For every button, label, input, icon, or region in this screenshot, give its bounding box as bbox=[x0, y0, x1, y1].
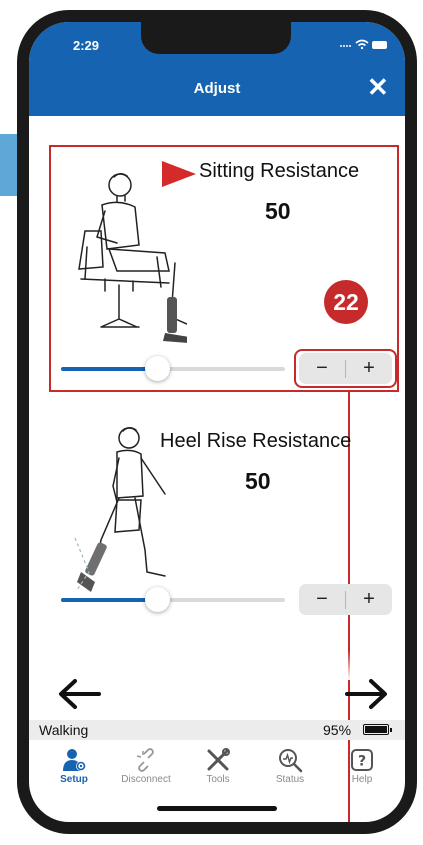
annotation-badge: 22 bbox=[324, 280, 368, 324]
page-title: Adjust bbox=[193, 80, 241, 97]
tab-status[interactable]: Status bbox=[255, 746, 325, 785]
tab-label: Setup bbox=[60, 774, 88, 785]
tab-label: Help bbox=[351, 774, 373, 785]
battery-percent: 95% bbox=[323, 722, 352, 738]
increment-button[interactable]: + bbox=[346, 584, 392, 615]
svg-text:?: ? bbox=[358, 754, 366, 770]
device-notch bbox=[141, 22, 291, 54]
tab-help[interactable]: ? Help bbox=[327, 746, 397, 785]
activity-mode: Walking bbox=[39, 722, 89, 738]
help-icon: ? bbox=[327, 746, 397, 774]
tab-label: Disconnect bbox=[121, 774, 171, 785]
decrement-button[interactable]: − bbox=[299, 353, 345, 384]
setting-value: 50 bbox=[265, 198, 291, 224]
decrement-button[interactable]: − bbox=[299, 584, 345, 615]
home-indicator bbox=[157, 806, 277, 811]
slider-fill bbox=[61, 598, 157, 602]
arrow-left-icon[interactable] bbox=[57, 672, 101, 718]
slider-fill bbox=[61, 367, 157, 371]
current-setting-pointer-icon bbox=[162, 161, 196, 187]
app-screen: 2:29 Adjust ✕ Sitting Resistance 50 22 −… bbox=[29, 22, 405, 822]
link-broken-icon bbox=[111, 746, 181, 774]
setting-title: Heel Rise Resistance bbox=[160, 430, 352, 452]
arrow-right-icon[interactable] bbox=[345, 672, 389, 718]
battery-icon bbox=[363, 724, 392, 735]
setting-title: Sitting Resistance bbox=[199, 160, 360, 182]
tab-label: Tools bbox=[206, 774, 230, 785]
slider-thumb[interactable] bbox=[144, 356, 170, 381]
tools-icon bbox=[183, 746, 253, 774]
slider-thumb[interactable] bbox=[144, 587, 170, 612]
tab-disconnect[interactable]: Disconnect bbox=[111, 746, 181, 785]
tab-tools[interactable]: Tools bbox=[183, 746, 253, 785]
user-gear-icon bbox=[39, 746, 109, 774]
stepper: − + bbox=[299, 353, 392, 384]
sitting-figure-image bbox=[78, 173, 187, 343]
increment-button[interactable]: + bbox=[346, 353, 392, 384]
status-time: 2:29 bbox=[73, 38, 100, 53]
setting-value: 50 bbox=[245, 468, 271, 494]
stepper: − + bbox=[299, 584, 392, 615]
tab-bar: Setup Disconnect Tools Status ? Help bbox=[29, 740, 405, 800]
status-magnifier-icon bbox=[255, 746, 325, 774]
status-icons bbox=[339, 38, 389, 53]
tab-label: Status bbox=[275, 774, 305, 785]
tab-setup[interactable]: Setup bbox=[39, 746, 109, 785]
close-icon[interactable]: ✕ bbox=[367, 74, 389, 100]
